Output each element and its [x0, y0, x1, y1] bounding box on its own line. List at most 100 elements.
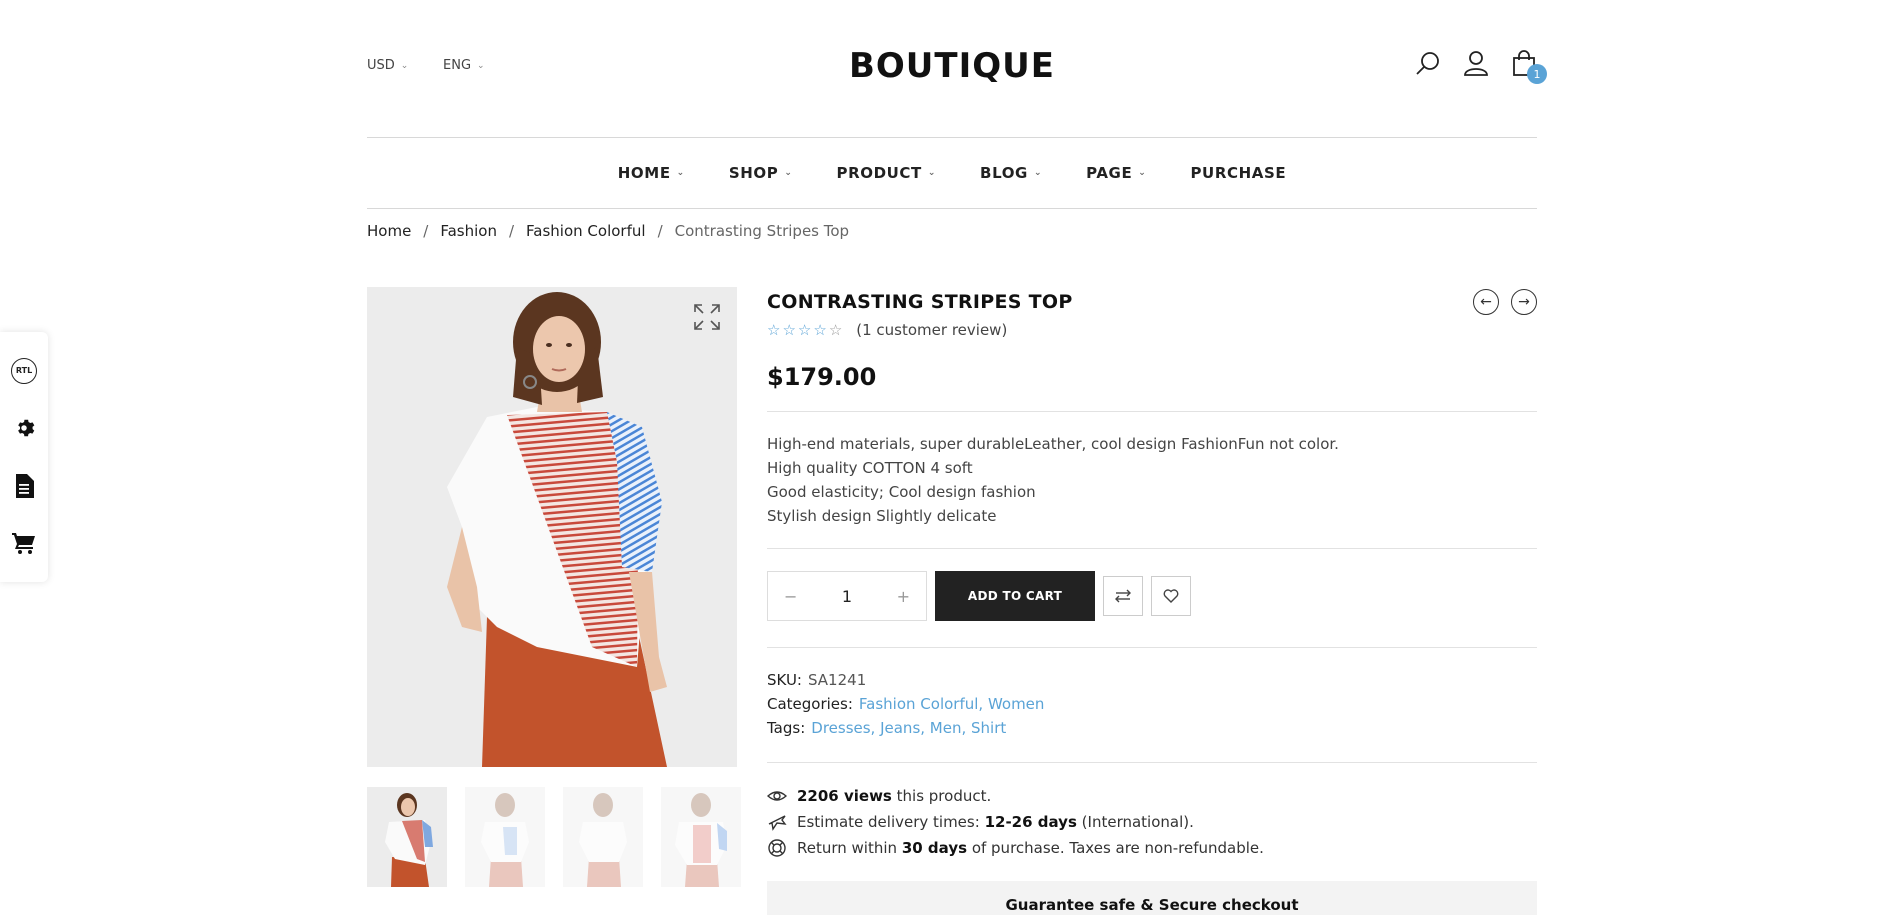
- thumbnail-1[interactable]: [367, 787, 447, 887]
- star-icon: ☆: [782, 321, 796, 339]
- thumbnail-4[interactable]: [661, 787, 741, 887]
- product-title: CONTRASTING STRIPES TOP: [767, 291, 1073, 313]
- language-selector[interactable]: ENG ⌄: [443, 58, 485, 73]
- review-count-link[interactable]: (1 customer review): [856, 321, 1007, 339]
- breadcrumb-home[interactable]: Home: [367, 222, 411, 240]
- divider: [767, 548, 1537, 549]
- product-thumbnails: [367, 787, 741, 887]
- delivery-row: Estimate delivery times: 12-26 days (Int…: [767, 809, 1537, 835]
- nav-label: PURCHASE: [1190, 164, 1287, 182]
- divider: [767, 762, 1537, 763]
- star-icon: ☆: [813, 321, 827, 339]
- increase-quantity-button[interactable]: +: [897, 587, 910, 606]
- delivery-suffix: (International).: [1081, 813, 1194, 831]
- thumbnail-3[interactable]: [563, 787, 643, 887]
- tags-label: Tags:: [767, 719, 806, 737]
- product-main-image[interactable]: [367, 287, 737, 767]
- divider: [767, 647, 1537, 648]
- currency-label: USD: [367, 58, 395, 73]
- divider: [767, 411, 1537, 412]
- views-count: 2206 views: [797, 787, 892, 805]
- settings-button[interactable]: [11, 415, 37, 441]
- star-icon: ☆: [797, 321, 812, 339]
- breadcrumb-separator: /: [423, 222, 429, 240]
- description-line: High-end materials, super durableLeather…: [767, 435, 1339, 453]
- nav-product[interactable]: PRODUCT ⌄: [837, 164, 937, 182]
- arrow-right-icon: →: [1518, 294, 1530, 310]
- product-meta: SKU: SA1241 Categories: Fashion Colorful, …: [767, 668, 1537, 740]
- decrease-quantity-button[interactable]: −: [784, 587, 797, 606]
- lifebuoy-icon: [768, 839, 786, 857]
- nav-home[interactable]: HOME ⌄: [618, 164, 685, 182]
- cart-icon: [12, 533, 35, 555]
- chevron-down-icon: ⌄: [1138, 168, 1147, 178]
- user-icon[interactable]: [1463, 50, 1489, 76]
- return-row: Return within 30 days of purchase. Taxes…: [767, 835, 1537, 861]
- rtl-icon: RTL: [11, 357, 37, 384]
- categories-links[interactable]: Fashion Colorful, Women: [859, 695, 1045, 713]
- cart-count-badge: 1: [1527, 64, 1547, 84]
- product-navigation: ← →: [1473, 289, 1537, 315]
- currency-selector[interactable]: USD ⌄: [367, 58, 408, 73]
- wishlist-button[interactable]: [1151, 576, 1191, 616]
- tags-row: Tags: Dresses, Jeans, Men, Shirt: [767, 716, 1537, 740]
- return-suffix: of purchase. Taxes are non-refundable.: [971, 839, 1264, 857]
- chevron-down-icon: ⌄: [927, 168, 937, 178]
- compare-button[interactable]: [1103, 576, 1143, 616]
- nav-label: SHOP: [728, 164, 779, 182]
- purchase-button[interactable]: [11, 530, 37, 556]
- chevron-down-icon: ⌄: [400, 60, 409, 71]
- description-line: High quality COTTON 4 soft: [767, 459, 973, 477]
- shopping-bag-icon[interactable]: 1: [1511, 50, 1547, 84]
- breadcrumb: Home / Fashion / Fashion Colorful / Cont…: [367, 222, 849, 240]
- top-header: USD ⌄ ENG ⌄ BOUTIQUE 1: [367, 40, 1547, 96]
- add-to-cart-button[interactable]: ADD TO CART: [935, 571, 1095, 621]
- nav-page[interactable]: PAGE ⌄: [1086, 164, 1146, 182]
- breadcrumb-fashion-colorful[interactable]: Fashion Colorful: [526, 222, 646, 240]
- breadcrumb-fashion[interactable]: Fashion: [440, 222, 497, 240]
- main-navigation: HOME ⌄ SHOP ⌄ PRODUCT ⌄ BLOG ⌄ PAGE ⌄ PURCHAS…: [367, 137, 1537, 209]
- categories-row: Categories: Fashion Colorful, Women: [767, 692, 1537, 716]
- document-icon: [16, 473, 34, 498]
- sku-row: SKU: SA1241: [767, 668, 1537, 692]
- next-product-button[interactable]: →: [1511, 289, 1537, 315]
- sku-label: SKU:: [767, 671, 802, 689]
- tags-links[interactable]: Dresses, Jeans, Men, Shirt: [811, 719, 1006, 737]
- language-label: ENG: [443, 58, 472, 73]
- product-price: $179.00: [767, 363, 877, 391]
- nav-label: PAGE: [1086, 164, 1133, 182]
- expand-icon[interactable]: [693, 303, 721, 331]
- nav-blog[interactable]: BLOG ⌄: [980, 164, 1042, 182]
- thumbnail-2[interactable]: [465, 787, 545, 887]
- eye-icon: [767, 791, 787, 801]
- breadcrumb-separator: /: [508, 222, 515, 240]
- search-icon[interactable]: [1415, 50, 1441, 76]
- breadcrumb-current: Contrasting Stripes Top: [674, 222, 850, 240]
- delivery-days: 12-26 days: [984, 813, 1077, 831]
- brand-logo[interactable]: BOUTIQUE: [849, 46, 1055, 86]
- return-prefix: Return within: [797, 839, 898, 857]
- nav-label: BLOG: [980, 164, 1028, 182]
- product-rating: ☆ ☆ ☆ ☆ ☆ (1 customer review): [767, 321, 1537, 339]
- chevron-down-icon: ⌄: [784, 168, 793, 178]
- chevron-down-icon: ⌄: [1033, 168, 1043, 178]
- chevron-down-icon: ⌄: [676, 168, 685, 178]
- nav-label: PRODUCT: [836, 164, 922, 182]
- quantity-input[interactable]: 1: [842, 587, 852, 606]
- views-row: 2206 views this product.: [767, 783, 1537, 809]
- star-empty-icon: ☆: [828, 321, 843, 339]
- previous-product-button[interactable]: ←: [1473, 289, 1499, 315]
- sku-value: SA1241: [808, 671, 867, 689]
- floating-tools-panel: RTL: [0, 332, 48, 582]
- guarantee-banner: Guarantee safe & Secure checkout: [767, 881, 1537, 915]
- nav-label: HOME: [617, 164, 671, 182]
- star-rating: ☆ ☆ ☆ ☆ ☆: [767, 321, 842, 339]
- documentation-button[interactable]: [11, 473, 37, 499]
- nav-purchase[interactable]: PURCHASE: [1190, 164, 1286, 182]
- compare-icon: [1115, 589, 1131, 603]
- return-days: 30 days: [901, 839, 968, 857]
- nav-shop[interactable]: SHOP ⌄: [729, 164, 793, 182]
- description-line: Good elasticity; Cool design fashion: [767, 483, 1036, 501]
- delivery-prefix: Estimate delivery times:: [797, 813, 980, 831]
- rtl-toggle[interactable]: RTL: [11, 357, 37, 384]
